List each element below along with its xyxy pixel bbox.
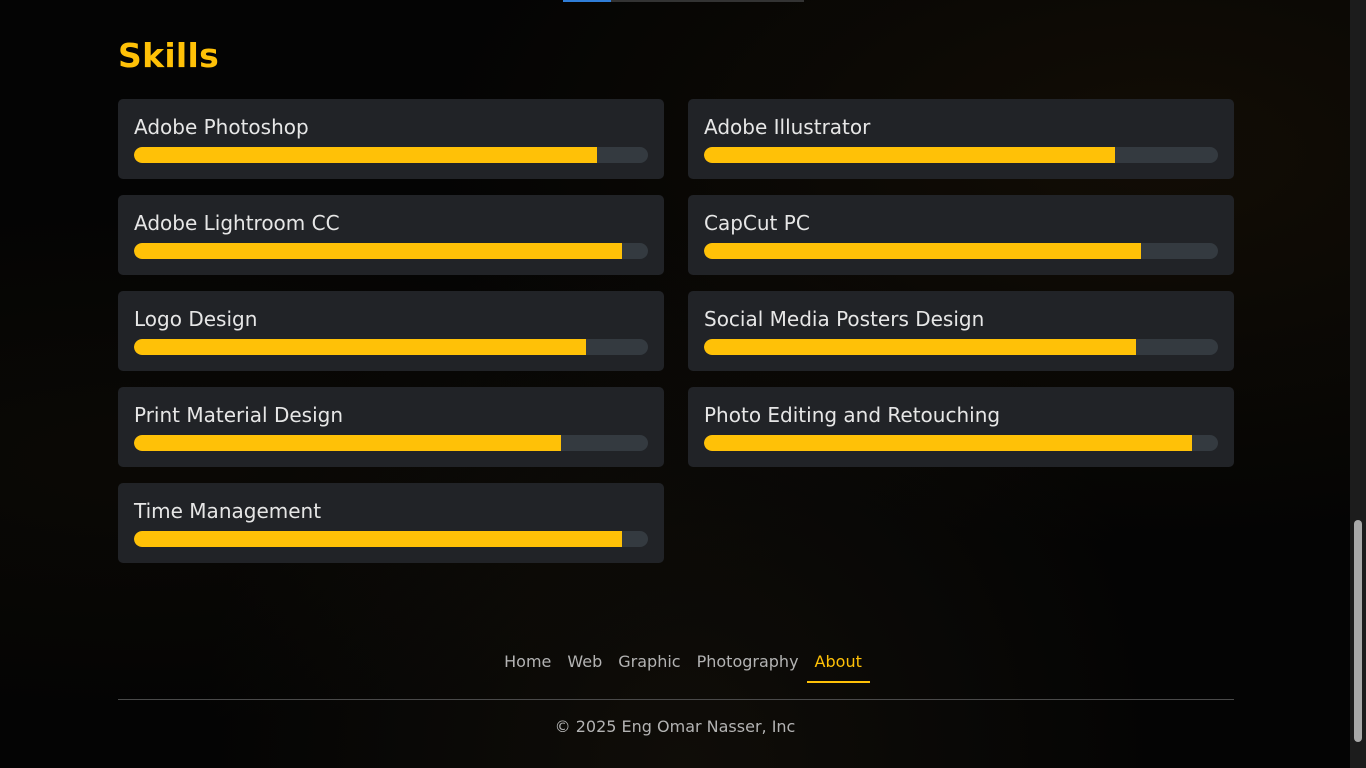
- page: Skills Adobe Photoshop Adobe Illustrator A…: [0, 0, 1366, 768]
- skill-progress-fill: [704, 339, 1136, 355]
- skill-progress-fill: [134, 435, 561, 451]
- footer-nav-graphic[interactable]: Graphic: [610, 646, 688, 683]
- skill-progress-bar: [704, 339, 1218, 355]
- skill-progress-bar: [134, 339, 648, 355]
- skill-progress-bar: [134, 531, 648, 547]
- copyright-text: © 2025 Eng Omar Nasser, Inc: [554, 717, 796, 736]
- skill-progress-bar: [704, 435, 1218, 451]
- skill-card: Logo Design: [118, 291, 664, 371]
- skill-name: Adobe Photoshop: [134, 115, 309, 139]
- skill-card: Adobe Illustrator: [688, 99, 1234, 179]
- skill-card: Adobe Lightroom CC: [118, 195, 664, 275]
- skill-progress-bar: [134, 147, 648, 163]
- skill-card: CapCut PC: [688, 195, 1234, 275]
- skill-progress-fill: [134, 243, 623, 259]
- skill-progress-fill: [134, 147, 597, 163]
- skill-card: Time Management: [118, 483, 664, 563]
- skill-card: Adobe Photoshop: [118, 99, 664, 179]
- footer-nav-web[interactable]: Web: [559, 646, 610, 683]
- skill-card: Photo Editing and Retouching: [688, 387, 1234, 467]
- skills-grid: Adobe Photoshop Adobe Illustrator Adobe Li…: [118, 99, 1234, 563]
- footer-divider: [118, 699, 1234, 700]
- skill-progress-bar: [134, 435, 648, 451]
- skill-name: Photo Editing and Retouching: [704, 403, 1001, 427]
- skill-card: Print Material Design: [118, 387, 664, 467]
- skill-progress-bar: [704, 147, 1218, 163]
- footer-nav-about[interactable]: About: [806, 646, 870, 683]
- skill-progress-fill: [704, 147, 1116, 163]
- top-tab-indicator: [563, 0, 804, 2]
- skill-name: Social Media Posters Design: [704, 307, 985, 331]
- skill-name: Time Management: [134, 499, 322, 523]
- page-scrollbar[interactable]: [1350, 0, 1366, 768]
- footer-nav-photography[interactable]: Photography: [689, 646, 807, 683]
- skill-name: Adobe Illustrator: [704, 115, 871, 139]
- skill-progress-fill: [134, 339, 587, 355]
- skill-card: Social Media Posters Design: [688, 291, 1234, 371]
- skills-title: Skills: [118, 36, 220, 75]
- skill-progress-bar: [134, 243, 648, 259]
- skill-progress-fill: [134, 531, 623, 547]
- top-tab-indicator-active: [563, 0, 611, 2]
- skill-name: Adobe Lightroom CC: [134, 211, 340, 235]
- skill-name: Logo Design: [134, 307, 258, 331]
- skill-name: CapCut PC: [704, 211, 810, 235]
- skill-progress-fill: [704, 243, 1141, 259]
- footer-nav-home[interactable]: Home: [496, 646, 559, 683]
- skill-progress-bar: [704, 243, 1218, 259]
- skill-progress-fill: [704, 435, 1193, 451]
- scrollbar-thumb[interactable]: [1354, 520, 1362, 742]
- skill-name: Print Material Design: [134, 403, 344, 427]
- footer-nav: Home Web Graphic Photography About: [0, 646, 1366, 683]
